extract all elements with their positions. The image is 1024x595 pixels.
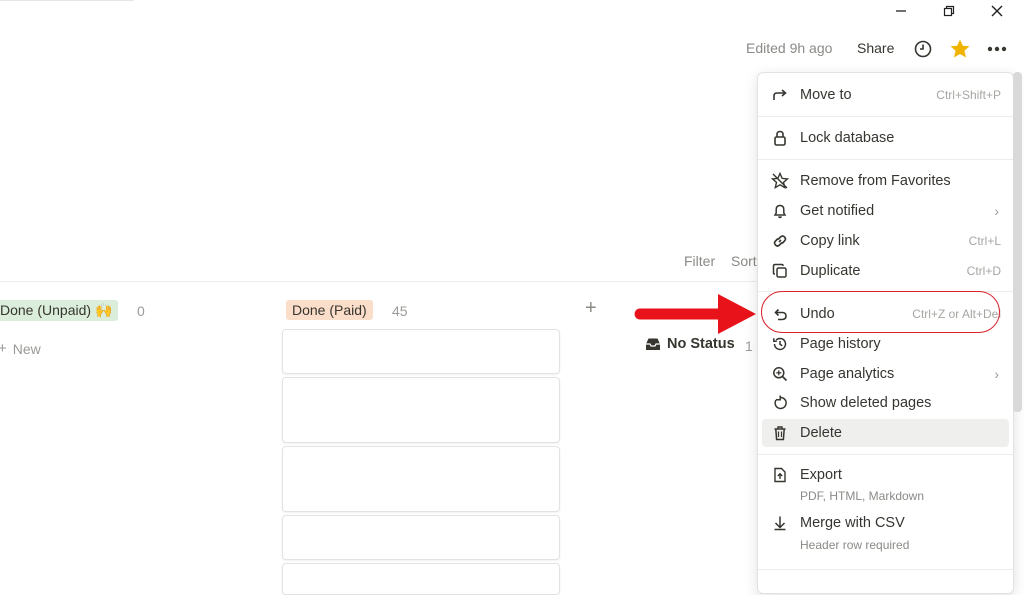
- menu-item-show-deleted-pages[interactable]: Show deleted pages: [762, 389, 1009, 417]
- menu-item-copy-link[interactable]: Copy link Ctrl+L: [762, 227, 1009, 255]
- sort-button[interactable]: Sort: [731, 253, 757, 269]
- menu-divider: [758, 159, 1013, 160]
- column-count: 1: [745, 338, 753, 354]
- lock-icon: [770, 128, 790, 148]
- restore-arrow-icon: [770, 393, 790, 413]
- minimize-icon: [896, 10, 906, 12]
- board-card[interactable]: [282, 329, 560, 374]
- menu-item-label: Export: [800, 467, 842, 483]
- menu-item-shortcut: Ctrl+D: [966, 264, 1001, 278]
- download-arrow-icon: [770, 513, 790, 533]
- menu-item-label: Delete: [800, 425, 842, 441]
- board-card[interactable]: [282, 446, 560, 512]
- add-column-item-icon[interactable]: +: [585, 298, 601, 318]
- clock-icon: [914, 40, 932, 58]
- menu-divider: [758, 569, 1013, 570]
- chevron-right-icon: ›: [994, 366, 999, 382]
- annotation-arrow: [634, 294, 756, 334]
- no-status-label: No Status: [667, 336, 735, 352]
- export-file-icon: [770, 465, 790, 485]
- menu-item-label: Lock database: [800, 130, 895, 146]
- minimize-button[interactable]: [886, 0, 916, 22]
- column-count: 45: [392, 303, 408, 319]
- column-tag-done-unpaid[interactable]: Done (Unpaid) 🙌: [0, 300, 119, 321]
- link-icon: [770, 231, 790, 251]
- board-card[interactable]: [282, 515, 560, 560]
- board-card[interactable]: [282, 563, 560, 595]
- menu-item-label: Page history: [800, 336, 881, 352]
- menu-divider: [758, 116, 1013, 117]
- edited-timestamp: Edited 9h ago: [746, 40, 833, 56]
- menu-item-label: Move to: [800, 87, 852, 103]
- star-slash-icon: [770, 171, 790, 191]
- menu-item-subtext: PDF, HTML, Markdown: [800, 489, 925, 503]
- history-icon: [770, 334, 790, 354]
- menu-item-label: Get notified: [800, 203, 875, 219]
- menu-item-move-to[interactable]: Move to Ctrl+Shift+P: [762, 81, 1009, 109]
- menu-divider: [758, 454, 1013, 455]
- menu-item-shortcut: Ctrl+Shift+P: [936, 88, 1001, 102]
- top-edge-line: [0, 0, 134, 1]
- restore-button[interactable]: [934, 0, 964, 22]
- share-button[interactable]: Share: [857, 40, 894, 56]
- view-divider: [0, 281, 757, 282]
- page-options-menu: Move to Ctrl+Shift+P Lock database Remov…: [757, 72, 1014, 594]
- column-count: 0: [137, 303, 145, 319]
- menu-item-label: Copy link: [800, 233, 860, 249]
- menu-item-label: Remove from Favorites: [800, 173, 951, 189]
- menu-item-get-notified[interactable]: Get notified ›: [762, 197, 1009, 225]
- close-icon: [991, 5, 1003, 17]
- menu-item-merge-csv[interactable]: Merge with CSV: [762, 509, 1009, 537]
- star-icon: [950, 39, 970, 58]
- more-dots-icon: [987, 46, 1007, 52]
- menu-item-remove-favorites[interactable]: Remove from Favorites: [762, 167, 1009, 195]
- menu-item-subtext: Header row required: [800, 538, 910, 552]
- menu-item-shortcut: Ctrl+L: [968, 234, 1001, 248]
- trash-icon: [770, 423, 790, 443]
- inbox-icon: [646, 338, 660, 350]
- favorite-button[interactable]: [949, 38, 971, 60]
- updates-clock-button[interactable]: [913, 39, 933, 59]
- close-button[interactable]: [982, 0, 1012, 22]
- move-arrow-icon: [770, 85, 790, 105]
- restore-icon: [943, 5, 955, 17]
- menu-item-delete[interactable]: Delete: [762, 419, 1009, 447]
- menu-item-label: Merge with CSV: [800, 515, 905, 531]
- filter-button[interactable]: Filter: [684, 253, 715, 269]
- menu-item-lock-database[interactable]: Lock database: [762, 124, 1009, 152]
- menu-item-page-analytics[interactable]: Page analytics ›: [762, 360, 1009, 388]
- menu-item-label: Duplicate: [800, 263, 861, 279]
- bell-icon: [770, 201, 790, 221]
- more-options-button[interactable]: [985, 38, 1009, 60]
- menu-item-page-history[interactable]: Page history: [762, 330, 1009, 358]
- duplicate-icon: [770, 261, 790, 281]
- new-card-button[interactable]: + New: [0, 340, 41, 357]
- menu-item-duplicate[interactable]: Duplicate Ctrl+D: [762, 257, 1009, 285]
- plus-icon: +: [0, 340, 7, 357]
- column-header-no-status[interactable]: No Status: [645, 336, 735, 352]
- chevron-right-icon: ›: [994, 203, 999, 219]
- column-tag-done-paid[interactable]: Done (Paid): [286, 300, 373, 320]
- menu-item-label: Show deleted pages: [800, 395, 932, 411]
- new-card-label: New: [12, 340, 41, 357]
- scrollbar[interactable]: [1013, 72, 1022, 412]
- zoom-analytics-icon: [770, 364, 790, 384]
- menu-item-export[interactable]: Export: [762, 461, 1009, 489]
- menu-item-label: Page analytics: [800, 366, 895, 382]
- annotation-circle: [761, 291, 1000, 333]
- board-card[interactable]: [282, 377, 560, 443]
